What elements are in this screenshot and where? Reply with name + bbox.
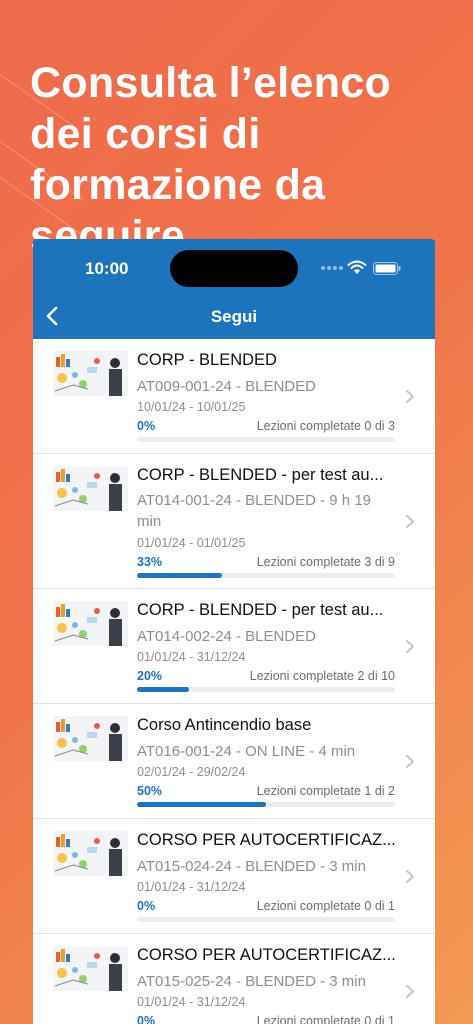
lessons-completed: Lezioni completate 0 di 3 <box>256 419 395 433</box>
chevron-right-icon <box>405 389 415 404</box>
course-thumbnail <box>53 946 128 991</box>
course-title: CORP - BLENDED - per test au... <box>137 601 384 619</box>
progress-percent: 20% <box>137 669 163 683</box>
chevron-right-icon <box>405 754 415 769</box>
promo-headline: Consulta l’elenco dei corsi di formazion… <box>30 59 392 260</box>
course-dates: 01/01/24 - 31/12/24 <box>137 995 246 1009</box>
chevron-right-icon <box>405 869 415 884</box>
course-thumbnail <box>53 831 128 876</box>
progress-bar-fill <box>137 802 266 807</box>
progress-percent: 0% <box>137 419 156 433</box>
progress-bar <box>137 917 395 922</box>
course-list: CORP - BLENDED AT009-001-24 - BLENDED 10/0… <box>33 339 435 1024</box>
course-row[interactable]: CORSO PER AUTOCERTIFICAZ... AT015-025-24 … <box>33 934 435 1024</box>
progress-bar <box>137 687 395 692</box>
course-code: AT016-001-24 - ON LINE - 4 min <box>137 743 356 760</box>
phone-screen: 10:00 Segui CORP - BLENDED AT009-001-24 -… <box>33 239 435 1024</box>
lessons-completed: Lezioni completate 1 di 2 <box>256 784 395 798</box>
progress-bar <box>137 437 395 442</box>
battery-icon <box>373 262 401 275</box>
progress-bar-fill <box>137 687 189 692</box>
progress-bar-fill <box>137 573 223 578</box>
course-title: Corso Antincendio base <box>137 716 312 734</box>
dynamic-island <box>170 250 298 287</box>
course-thumbnail <box>53 716 128 761</box>
course-code: AT014-001-24 - BLENDED - 9 h 19 min <box>137 492 372 530</box>
progress-percent: 0% <box>137 1014 156 1024</box>
progress-percent: 33% <box>137 555 163 569</box>
course-thumbnail <box>53 601 128 646</box>
chevron-right-icon <box>405 984 415 999</box>
course-code: AT015-025-24 - BLENDED - 3 min <box>137 973 366 990</box>
wifi-icon <box>347 260 367 274</box>
course-row[interactable]: CORP - BLENDED - per test au... AT014-002… <box>33 589 435 704</box>
course-dates: 01/01/24 - 31/12/24 <box>137 880 246 894</box>
course-row[interactable]: CORSO PER AUTOCERTIFICAZ... AT015-024-24 … <box>33 819 435 934</box>
chevron-right-icon <box>405 639 415 654</box>
course-code: AT009-001-24 - BLENDED <box>137 378 316 395</box>
course-title: CORP - BLENDED <box>137 351 277 369</box>
lessons-completed: Lezioni completate 0 di 1 <box>256 1014 395 1024</box>
lessons-completed: Lezioni completate 2 di 10 <box>249 669 395 683</box>
progress-bar <box>137 802 395 807</box>
course-thumbnail <box>53 466 128 511</box>
course-title: CORSO PER AUTOCERTIFICAZ... <box>137 831 396 849</box>
app-header: 10:00 Segui <box>33 239 435 339</box>
course-dates: 10/01/24 - 10/01/25 <box>137 400 246 414</box>
progress-percent: 50% <box>137 784 163 798</box>
course-row[interactable]: Corso Antincendio base AT016-001-24 - ON … <box>33 704 435 819</box>
status-time: 10:00 <box>85 259 129 278</box>
page-title: Segui <box>210 307 258 326</box>
course-dates: 01/01/24 - 31/12/24 <box>137 650 246 664</box>
cellular-signal-icon <box>321 266 343 270</box>
course-thumbnail <box>53 351 128 396</box>
course-dates: 02/01/24 - 29/02/24 <box>137 765 246 779</box>
course-row[interactable]: CORP - BLENDED - per test au... AT014-001… <box>33 454 435 589</box>
course-row[interactable]: CORP - BLENDED AT009-001-24 - BLENDED 10/0… <box>33 339 435 454</box>
course-code: AT014-002-24 - BLENDED <box>137 628 316 645</box>
progress-bar <box>137 573 395 578</box>
course-title: CORSO PER AUTOCERTIFICAZ... <box>137 946 396 964</box>
course-dates: 01/01/24 - 01/01/25 <box>137 536 246 550</box>
lessons-completed: Lezioni completate 3 di 9 <box>256 555 395 569</box>
course-code: AT015-024-24 - BLENDED - 3 min <box>137 858 366 875</box>
course-title: CORP - BLENDED - per test au... <box>137 466 384 484</box>
lessons-completed: Lezioni completate 0 di 1 <box>256 899 395 913</box>
chevron-right-icon <box>405 514 415 529</box>
progress-percent: 0% <box>137 899 156 913</box>
